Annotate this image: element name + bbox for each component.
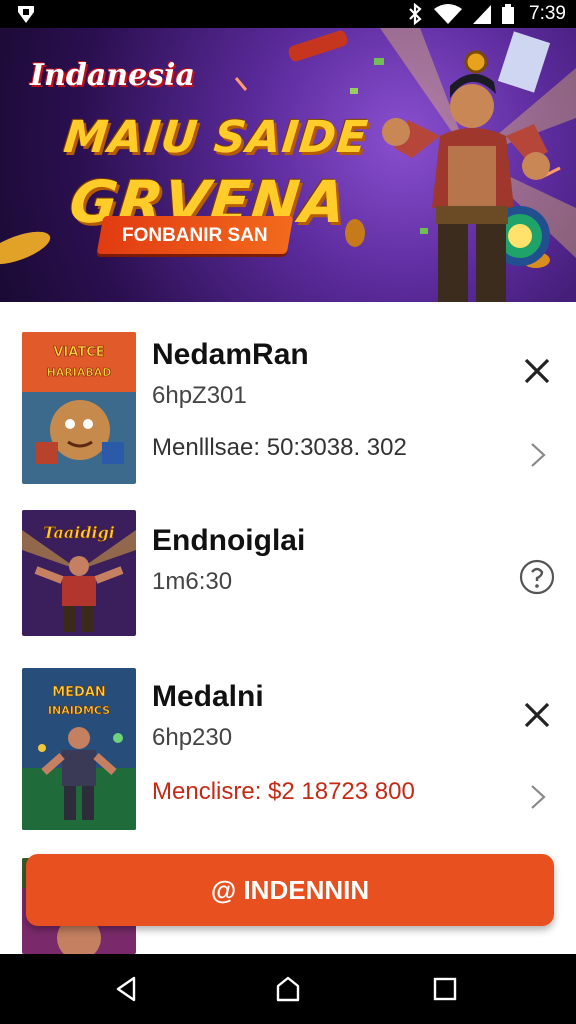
primary-cta-button[interactable]: @ INDENNIN (26, 854, 554, 926)
list-item[interactable]: MEDAN INAIDMCS Medalni 6hp230 Menclisre:… (0, 656, 576, 846)
item-subtitle: 1m6:30 (152, 568, 233, 595)
banner-brand-logo: Indanesia (30, 58, 195, 93)
recents-icon[interactable] (430, 974, 460, 1004)
chevron-right-icon[interactable] (520, 780, 554, 814)
cta-label: @ INDENNIN (210, 874, 370, 905)
app-notification-icon (18, 6, 34, 23)
item-title: Endnoiglai (152, 524, 306, 557)
svg-text:HARIABAD: HARIABAD (47, 366, 112, 379)
home-icon[interactable] (273, 974, 303, 1004)
item-price: Menclisre: $2 18723 800 (152, 778, 415, 805)
svg-text:INAIDMCS: INAIDMCS (48, 704, 110, 717)
item-subtitle: 6hp230 (152, 724, 233, 751)
status-time: 7:39 (529, 3, 566, 24)
close-icon[interactable] (520, 698, 554, 732)
banner-headline-line1: MAIU SAIDE (61, 112, 371, 163)
game-thumbnail[interactable]: Taaidigi (22, 510, 136, 636)
promo-banner[interactable]: Indanesia MAIU SAIDE GRVENA FONBANIR SAN (0, 28, 576, 302)
svg-text:VIATCE: VIATCE (53, 345, 104, 360)
banner-ribbon-text: FONBANIR SAN (121, 225, 268, 246)
banner-ribbon: FONBANIR SAN (96, 216, 294, 254)
status-bar: 7:39 (0, 0, 576, 28)
close-icon[interactable] (520, 354, 554, 388)
item-price: Menlllsae: 50:3038. 302 (152, 434, 407, 461)
info-circle-icon[interactable] (518, 558, 556, 596)
game-thumbnail-art: Taaidigi (22, 510, 136, 636)
battery-icon (502, 4, 515, 24)
signal-icon (473, 5, 492, 24)
bluetooth-icon (409, 3, 422, 25)
chevron-right-icon[interactable] (520, 438, 554, 472)
item-subtitle: 6hpZ301 (152, 382, 247, 409)
game-thumbnail-art: VIATCE HARIABAD (22, 332, 136, 484)
list-item[interactable]: Taaidigi Endnoiglai 1m6:30 (0, 492, 576, 656)
game-thumbnail-art: MEDAN INAIDMCS (22, 668, 136, 830)
back-icon[interactable] (112, 974, 142, 1004)
wifi-icon (434, 4, 463, 24)
item-title: Medalni (152, 680, 264, 713)
list-item[interactable]: VIATCE HARIABAD NedamRan 6hpZ301 Menllls… (0, 302, 576, 492)
svg-text:MEDAN: MEDAN (52, 685, 106, 700)
svg-text:Taaidigi: Taaidigi (43, 523, 115, 542)
navigation-bar (0, 954, 576, 1024)
game-thumbnail[interactable]: MEDAN INAIDMCS (22, 668, 136, 830)
game-thumbnail[interactable]: VIATCE HARIABAD (22, 332, 136, 484)
item-title: NedamRan (152, 338, 309, 371)
